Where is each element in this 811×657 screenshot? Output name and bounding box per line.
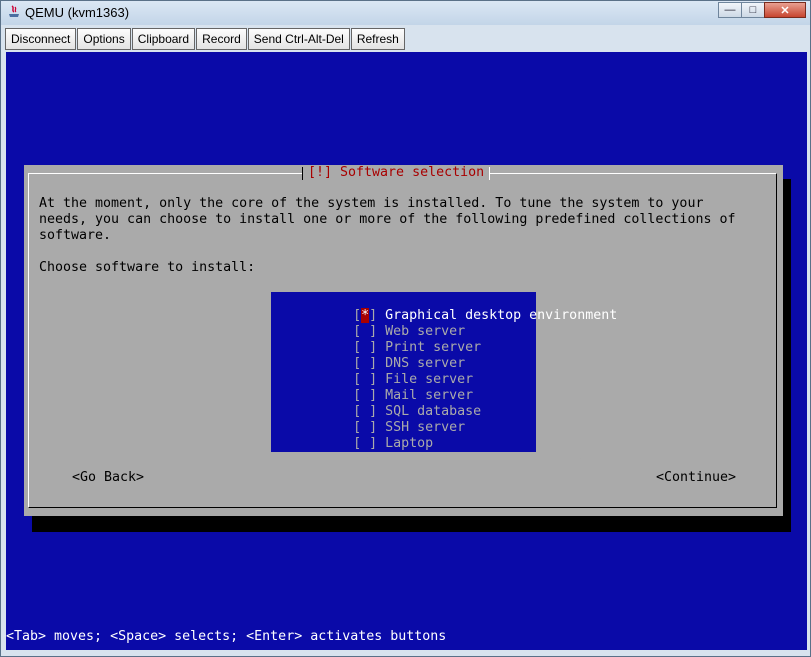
dialog-description: At the moment, only the core of the syst… (39, 196, 736, 243)
vnc-toolbar: Disconnect Options Clipboard Record Send… (5, 28, 406, 50)
title-bar[interactable]: QEMU (kvm1363) — □ ✕ (1, 1, 810, 25)
clipboard-button[interactable]: Clipboard (131, 28, 196, 50)
list-item[interactable]: [ ] File server (273, 356, 535, 387)
list-item[interactable]: [ ] Web server (273, 308, 535, 339)
dialog-prompt: Choose software to install: (39, 260, 256, 275)
close-button[interactable]: ✕ (764, 2, 806, 18)
list-item[interactable]: [ ] Print server (273, 324, 535, 355)
checkbox[interactable]: [*] (353, 452, 385, 468)
dialog-title: [!] Software selection (302, 165, 491, 181)
continue-button[interactable]: <Continue> (656, 470, 736, 485)
send-ctrl-alt-del-button[interactable]: Send Ctrl-Alt-Del (247, 28, 350, 50)
list-item[interactable]: [*] Standard system utilities (273, 436, 585, 467)
record-button[interactable]: Record (196, 28, 247, 50)
java-app-icon (9, 5, 19, 17)
minimize-button[interactable]: — (718, 2, 742, 18)
maximize-button[interactable]: □ (741, 2, 765, 18)
refresh-button[interactable]: Refresh (350, 28, 405, 50)
vm-screen[interactable]: [!] Software selection At the moment, on… (6, 52, 807, 650)
help-status-line: <Tab> moves; <Space> selects; <Enter> ac… (6, 629, 447, 644)
software-selection-dialog: [!] Software selection At the moment, on… (24, 165, 783, 516)
list-item[interactable]: [ ] Mail server (273, 372, 535, 403)
list-item[interactable]: [ ] DNS server (273, 340, 535, 371)
options-button[interactable]: Options (77, 28, 131, 50)
window-title: QEMU (kvm1363) (25, 5, 130, 20)
software-list[interactable]: [*] Graphical desktop environment [ ] Web … (271, 292, 617, 467)
disconnect-button[interactable]: Disconnect (5, 28, 77, 50)
list-item[interactable]: [*] Graphical desktop environment (273, 292, 617, 323)
go-back-button[interactable]: <Go Back> (72, 470, 144, 485)
qemu-window: QEMU (kvm1363) — □ ✕ Disconnect Options … (0, 0, 811, 657)
list-item[interactable]: [ ] SSH server (273, 404, 535, 435)
list-item[interactable]: [ ] SQL database (273, 388, 535, 419)
list-item-label: Standard system utilities (385, 452, 586, 467)
list-item[interactable]: [ ] Laptop (273, 420, 535, 451)
